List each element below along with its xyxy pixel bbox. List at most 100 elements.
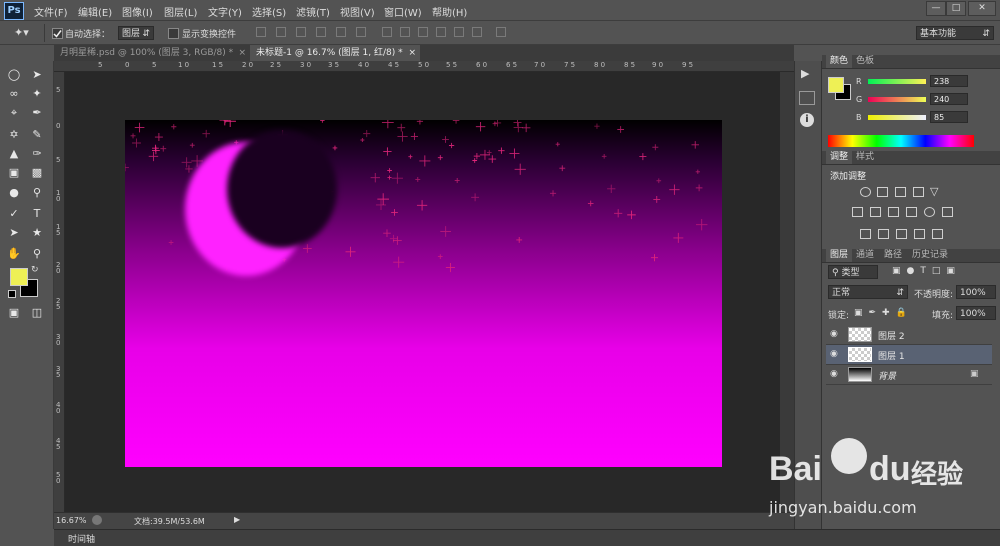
align-top-icon[interactable] [256,27,266,37]
g-slider[interactable] [868,97,926,102]
tab-paths[interactable]: 路径 [880,249,906,262]
align-vcenter-icon[interactable] [276,27,286,37]
tab-moon-stars-psd[interactable]: 月明星稀.psd @ 100% (图层 3, RGB/8) * × [54,45,250,61]
type-tool-icon[interactable]: T [28,206,46,222]
visibility-eye-icon[interactable]: ◉ [830,349,838,359]
tab-channels[interactable]: 通道 [852,249,878,262]
lock-icons[interactable]: ▣✒✚🔒 [854,308,913,318]
tab-swatches[interactable]: 色板 [852,55,878,68]
shape-tool-icon[interactable]: ★ [28,225,46,241]
brightness-contrast-icon[interactable] [860,187,871,197]
play-icon[interactable]: ▶ [801,67,809,80]
layer-name[interactable]: 图层 2 [878,329,905,342]
document-workspace[interactable] [65,72,780,512]
screen-mode-icon[interactable]: ◫ [28,305,46,321]
layer-filter-dropdown[interactable]: ⚲ 类型 [828,265,878,279]
b-slider[interactable] [868,115,926,120]
eyedropper-tool-icon[interactable]: ✒ [28,105,46,121]
brush-tool-icon[interactable]: ✎ [28,127,46,143]
tab-layers[interactable]: 图层 [826,249,853,262]
layer-name[interactable]: 图层 1 [878,349,905,362]
brush-presets-icon[interactable] [799,91,815,105]
tab-adjustments[interactable]: 调整 [826,151,853,164]
swap-colors-icon[interactable]: ↻ [31,265,39,275]
workspace-dropdown[interactable]: 基本功能 ⇵ [916,26,994,40]
clone-stamp-tool-icon[interactable]: ▲ [5,146,23,162]
history-brush-tool-icon[interactable]: ✑ [28,146,46,162]
default-colors-icon[interactable] [8,290,16,298]
distribute-bottom-icon[interactable] [418,27,428,37]
restore-button[interactable]: □ [946,1,966,16]
move-tool-icon[interactable]: ➤ [28,67,46,83]
distribute-left-icon[interactable] [436,27,446,37]
color-spectrum[interactable] [828,135,974,147]
layer-row-layer-1[interactable]: ◉ 图层 1 [826,345,992,365]
hand-tool-icon[interactable]: ✋ [5,246,23,262]
black-white-icon[interactable] [888,207,899,217]
curves-icon[interactable] [895,187,906,197]
zoom-level[interactable]: 16.67% [56,516,87,525]
r-slider[interactable] [868,79,926,84]
timeline-panel-bar[interactable]: 时间轴 [54,529,1000,546]
visibility-eye-icon[interactable]: ◉ [830,369,838,379]
blur-tool-icon[interactable]: ● [5,185,23,201]
r-value-input[interactable]: 238 [930,75,968,87]
align-hcenter-icon[interactable] [336,27,346,37]
auto-select-checkbox[interactable] [52,28,63,39]
tab-close-icon[interactable]: × [408,45,416,61]
marquee-tool-icon[interactable]: ◯ [5,67,23,83]
info-icon[interactable]: i [800,113,814,127]
move-tool-preset-icon[interactable]: ✦▾ [14,26,29,39]
menu-edit[interactable]: 编辑(E) [78,4,112,19]
menu-filter[interactable]: 滤镜(T) [296,4,330,19]
tab-styles[interactable]: 样式 [852,151,878,164]
g-value-input[interactable]: 240 [930,93,968,105]
b-value-input[interactable]: 85 [930,111,968,123]
pen-tool-icon[interactable]: ✓ [5,206,23,222]
align-right-icon[interactable] [356,27,366,37]
dodge-tool-icon[interactable]: ⚲ [28,185,46,201]
eraser-tool-icon[interactable]: ▣ [5,165,23,181]
layer-filter-icons[interactable]: ▣●T□▣ [892,266,961,276]
show-transform-checkbox[interactable] [168,28,179,39]
gradient-map-icon[interactable] [914,229,925,239]
healing-brush-tool-icon[interactable]: ✡ [5,127,23,143]
menu-help[interactable]: 帮助(H) [432,4,467,19]
menu-layer[interactable]: 图层(L) [164,4,197,19]
layer-row-background[interactable]: ◉ 背景 ▣ [826,365,992,385]
image-canvas[interactable] [125,120,722,467]
distribute-right-icon[interactable] [472,27,482,37]
menu-view[interactable]: 视图(V) [340,4,375,19]
channel-mixer-icon[interactable] [924,207,935,217]
menu-window[interactable]: 窗口(W) [384,4,422,19]
invert-icon[interactable] [860,229,871,239]
lasso-tool-icon[interactable]: ∞ [5,86,23,102]
zoom-tool-icon[interactable]: ⚲ [28,246,46,262]
tab-color[interactable]: 颜色 [826,55,853,68]
menu-image[interactable]: 图像(I) [122,4,153,19]
selective-color-icon[interactable] [932,229,943,239]
color-lookup-icon[interactable] [942,207,953,217]
status-icon[interactable] [92,515,102,525]
distribute-top-icon[interactable] [382,27,392,37]
threshold-icon[interactable] [896,229,907,239]
hue-saturation-icon[interactable] [852,207,863,217]
tab-untitled-1[interactable]: 未标题-1 @ 16.7% (图层 1, 红/8) * × [250,45,420,61]
crop-tool-icon[interactable]: ⌖ [5,105,23,121]
tab-history[interactable]: 历史记录 [908,249,952,262]
vibrance-icon[interactable]: ▽ [930,185,938,198]
distribute-hcenter-icon[interactable] [454,27,464,37]
magic-wand-tool-icon[interactable]: ✦ [28,86,46,102]
foreground-color-swatch[interactable] [10,268,28,286]
quick-mask-icon[interactable]: ▣ [5,305,23,321]
gradient-tool-icon[interactable]: ▩ [28,165,46,181]
auto-align-icon[interactable] [496,27,506,37]
color-balance-icon[interactable] [870,207,881,217]
levels-icon[interactable] [877,187,888,197]
align-bottom-icon[interactable] [296,27,306,37]
visibility-eye-icon[interactable]: ◉ [830,329,838,339]
panel-foreground-swatch[interactable] [828,77,844,93]
menu-file[interactable]: 文件(F) [34,4,68,19]
exposure-icon[interactable] [913,187,924,197]
blend-mode-dropdown[interactable]: 正常 ⇵ [828,285,908,299]
